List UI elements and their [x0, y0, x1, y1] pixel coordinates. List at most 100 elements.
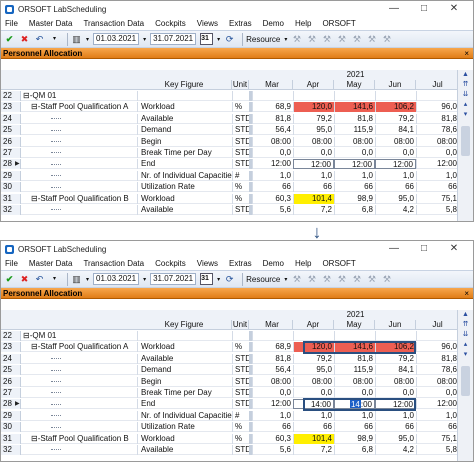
value-cell[interactable]: 81,8: [334, 113, 375, 124]
value-cell[interactable]: 106,2: [375, 102, 416, 113]
menu-cockpits[interactable]: Cockpits: [155, 19, 186, 28]
unit-header[interactable]: Unit: [232, 80, 249, 90]
table-row[interactable]: 26BeginSTD08:0008:0008:0008:0008:00: [1, 376, 459, 387]
value-cell[interactable]: 81,8: [252, 353, 293, 364]
value-cell[interactable]: 78,6: [416, 365, 459, 376]
month-header[interactable]: Apr: [293, 80, 334, 90]
calendar-icon[interactable]: 31: [200, 273, 214, 285]
value-cell[interactable]: 0,0: [375, 148, 416, 158]
value-cell[interactable]: 66: [334, 422, 375, 433]
value-cell[interactable]: 08:00: [416, 136, 459, 147]
value-cell[interactable]: 81,8: [416, 113, 459, 124]
table-row[interactable]: 29 Nr. of Individual Capacities #1,0 1,0 1,0…: [1, 410, 459, 421]
value-cell[interactable]: 101,4: [293, 193, 334, 204]
table-row[interactable]: 30 Utilization Rate% 66 66 66 66 66: [1, 182, 459, 193]
menu-views[interactable]: Views: [197, 19, 218, 28]
tree-node[interactable]: ⊟-Staff Pool Qualification B: [21, 194, 137, 204]
table-row[interactable]: 32 AvailableSTD5,67,26,84,25,8: [1, 205, 459, 215]
value-cell[interactable]: 1,0: [293, 410, 334, 421]
value-cell[interactable]: 1,0: [375, 170, 416, 181]
value-cell[interactable]: 66: [375, 422, 416, 433]
month-header[interactable]: May: [334, 80, 375, 90]
scrollbar-thumb[interactable]: [461, 366, 470, 396]
value-cell[interactable]: [375, 91, 416, 101]
table-row[interactable]: 29 Nr. of Individual Capacities #1,0 1,0 1,0…: [1, 170, 459, 181]
value-cell[interactable]: 0,0: [252, 388, 293, 398]
menu-file[interactable]: File: [5, 259, 18, 268]
bar-chart-icon[interactable]: ▥: [71, 274, 82, 285]
refresh-icon[interactable]: ⟳: [224, 274, 235, 285]
date-to-field[interactable]: 31.07.2021: [150, 33, 197, 45]
table-row[interactable]: 31 ⊟-Staff Pool Qualification B Workload% 6…: [1, 193, 459, 204]
value-cell[interactable]: 79,2: [293, 113, 334, 124]
value-cell[interactable]: 6,8: [334, 445, 375, 455]
tool-icon-5[interactable]: ⚒: [351, 34, 362, 45]
value-cell[interactable]: 12:00: [416, 399, 459, 410]
table-row[interactable]: 22 ⊟-QM 01: [1, 331, 459, 341]
value-cell[interactable]: 0,0: [375, 388, 416, 398]
table-row[interactable]: 27Break Time per DaySTD0,00,00,00,00,0: [1, 148, 459, 158]
expand-icon[interactable]: ⇊: [458, 90, 473, 100]
value-cell[interactable]: [416, 91, 459, 101]
menu-views[interactable]: Views: [197, 259, 218, 268]
scroll-top-icon[interactable]: ▲: [458, 70, 473, 80]
table-row[interactable]: 25 DemandSTD56,495,0115,984,178,6: [1, 365, 459, 376]
menu-orsoft[interactable]: ORSOFT: [322, 259, 355, 268]
value-cell[interactable]: 1,0: [416, 410, 459, 421]
scroll-top-icon[interactable]: ▲: [458, 310, 473, 320]
date-from-field[interactable]: 01.03.2021: [93, 273, 140, 285]
value-cell[interactable]: 08:00: [334, 136, 375, 147]
value-cell[interactable]: 81,8: [334, 353, 375, 364]
check-icon[interactable]: ✔: [4, 34, 15, 45]
table-row[interactable]: 23 ⊟-Staff Pool Qualification A Workload% 6…: [1, 102, 459, 113]
tree-node[interactable]: [21, 399, 137, 409]
key-figure-header[interactable]: Key Figure: [137, 80, 232, 90]
menu-transaction-data[interactable]: Transaction Data: [83, 259, 144, 268]
tree-node[interactable]: [21, 411, 137, 421]
table-row[interactable]: 22 ⊟-QM 01: [1, 91, 459, 101]
value-cell[interactable]: 1,0: [252, 170, 293, 181]
bar-chart-icon[interactable]: ▥: [71, 34, 82, 45]
value-cell[interactable]: 0,0: [416, 148, 459, 158]
menu-transaction-data[interactable]: Transaction Data: [83, 19, 144, 28]
minimize-button[interactable]: —: [379, 2, 409, 16]
value-cell[interactable]: [375, 331, 416, 341]
undo-dropdown-icon[interactable]: ▾: [49, 34, 60, 45]
month-header[interactable]: Apr: [293, 320, 334, 330]
tree-node[interactable]: ⊟-Staff Pool Qualification A: [21, 102, 137, 112]
value-cell[interactable]: 120,0: [293, 102, 334, 113]
tree-node[interactable]: [21, 388, 137, 398]
value-cell[interactable]: 5,6: [252, 205, 293, 215]
cancel-icon[interactable]: ✖: [19, 34, 30, 45]
value-cell[interactable]: 1,0: [334, 410, 375, 421]
menu-demo[interactable]: Demo: [263, 259, 284, 268]
key-figure-header[interactable]: Key Figure: [137, 320, 232, 330]
tool-icon-2[interactable]: ⚒: [306, 34, 317, 45]
date-dropdown-icon[interactable]: ▾: [143, 32, 146, 46]
value-cell[interactable]: 96,0: [416, 102, 459, 113]
maximize-button[interactable]: □: [409, 2, 439, 16]
value-cell[interactable]: [416, 331, 459, 341]
value-cell[interactable]: 1,0: [252, 410, 293, 421]
value-cell[interactable]: 12:00: [375, 159, 416, 170]
value-cell[interactable]: 12:00: [252, 399, 293, 410]
tree-node[interactable]: [21, 159, 137, 169]
dropdown-icon[interactable]: ▾: [86, 272, 89, 286]
value-cell[interactable]: 08:00: [416, 376, 459, 387]
value-cell[interactable]: 66: [416, 422, 459, 433]
table-row[interactable]: 24AvailableSTD81,879,281,879,281,8: [1, 353, 459, 364]
value-cell[interactable]: 6,8: [334, 205, 375, 215]
cancel-icon[interactable]: ✖: [19, 274, 30, 285]
collapse-icon[interactable]: ⇈: [458, 320, 473, 330]
tool-icon-3[interactable]: ⚒: [321, 274, 332, 285]
menu-master-data[interactable]: Master Data: [29, 259, 73, 268]
value-cell[interactable]: 78,6: [416, 125, 459, 136]
menu-help[interactable]: Help: [295, 19, 311, 28]
scroll-down-icon[interactable]: ▾: [458, 110, 473, 120]
month-header[interactable]: May: [334, 320, 375, 330]
value-cell[interactable]: 75,1: [416, 193, 459, 204]
tool-icon-3[interactable]: ⚒: [321, 34, 332, 45]
value-cell[interactable]: 0,0: [416, 388, 459, 398]
calendar-dropdown-icon[interactable]: ▾: [217, 32, 220, 46]
tree-node[interactable]: ⊟-Staff Pool Qualification B: [21, 434, 137, 444]
